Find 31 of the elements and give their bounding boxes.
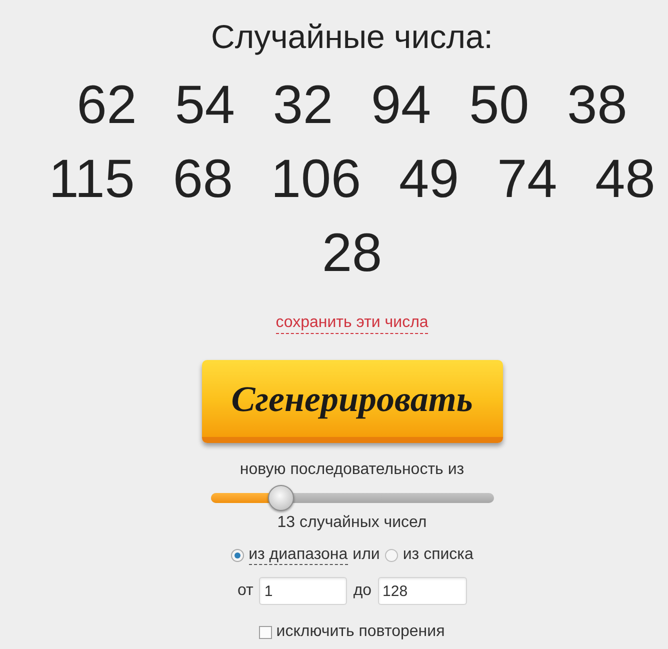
save-link[interactable]: сохранить эти числа (276, 313, 428, 334)
generate-button[interactable]: Сгенерировать (202, 360, 502, 443)
random-number: 48 (595, 148, 656, 211)
radio-button[interactable] (384, 548, 398, 562)
random-number: 62 (76, 74, 137, 137)
random-number: 38 (567, 74, 628, 137)
random-number: 32 (272, 74, 333, 137)
to-label: до (353, 581, 372, 601)
radio-label[interactable]: из списка (402, 545, 474, 565)
random-number: 74 (497, 148, 558, 211)
random-number: 54 (174, 74, 235, 137)
random-number: 106 (270, 148, 362, 211)
random-number: 94 (371, 74, 432, 137)
count-prefix-text: новую последовательность из (240, 460, 464, 480)
random-number: 49 (399, 148, 460, 211)
random-number: 28 (322, 222, 382, 285)
radio-button[interactable] (230, 548, 244, 562)
page-title: Случайные числа: (211, 17, 493, 57)
radio-label[interactable]: из диапазона (248, 545, 348, 565)
from-input[interactable]: 1 (259, 577, 348, 605)
checkbox[interactable] (259, 626, 272, 638)
random-number: 68 (172, 148, 233, 211)
from-label: от (237, 581, 254, 601)
count-slider[interactable] (210, 484, 494, 512)
random-number: 115 (48, 148, 135, 211)
count-label: 13 случайных чисел (277, 513, 427, 533)
checkbox-label[interactable]: исключить повторения (276, 622, 445, 642)
random-number: 50 (469, 74, 530, 137)
slider-thumb[interactable] (268, 485, 294, 511)
conjunction-text: или (352, 545, 380, 565)
to-input[interactable]: 128 (378, 577, 467, 605)
